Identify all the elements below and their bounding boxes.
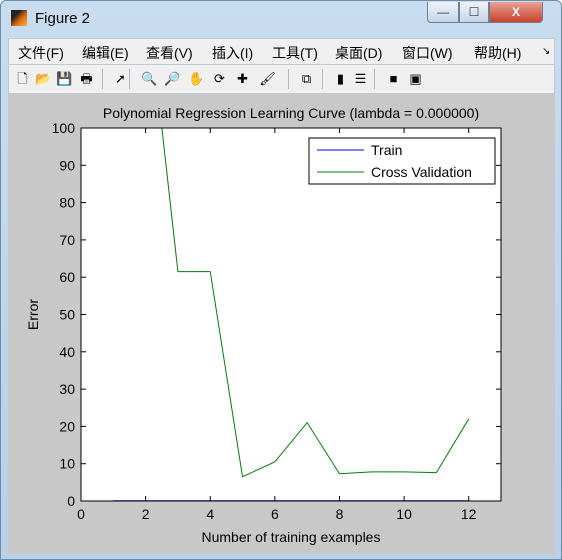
rotate-3d-icon[interactable]: ⟳ xyxy=(211,70,228,87)
toolbar: 🗋 📂 💾 🖶 ➚ 🔍 🔎 ✋ ⟳ ✚ 🖌 ⧉ ▮ ☰ ■ ▣ xyxy=(8,65,555,94)
y-tick-label: 20 xyxy=(59,418,75,434)
menu-view[interactable]: 查看(V) xyxy=(146,43,193,63)
y-tick-label: 50 xyxy=(59,307,75,323)
menu-bar: 文件(F) 编辑(E) 查看(V) 插入(I) 工具(T) 桌面(D) 窗口(W… xyxy=(8,38,555,65)
save-icon[interactable]: 💾 xyxy=(56,70,73,87)
maximize-button[interactable]: ☐ xyxy=(459,2,489,23)
y-tick-label: 80 xyxy=(59,195,75,211)
matlab-logo-icon xyxy=(11,10,27,26)
x-tick-label: 4 xyxy=(206,506,214,522)
y-tick-label: 40 xyxy=(59,344,75,360)
toolbar-separator xyxy=(322,69,323,89)
colorbar-icon[interactable]: ▮ xyxy=(332,70,349,87)
chart-title: Polynomial Regression Learning Curve (la… xyxy=(103,105,479,121)
y-tick-label: 30 xyxy=(59,381,75,397)
toolbar-separator xyxy=(102,69,103,89)
link-plot-icon[interactable]: ⧉ xyxy=(298,70,315,87)
y-tick-label: 60 xyxy=(59,269,75,285)
data-cursor-icon[interactable]: ✚ xyxy=(234,70,251,87)
x-axis-label: Number of training examples xyxy=(202,529,381,545)
zoom-out-icon[interactable]: 🔎 xyxy=(164,70,181,87)
menu-insert[interactable]: 插入(I) xyxy=(212,43,253,63)
figure-window: Figure 2 — ☐ X 文件(F) 编辑(E) 查看(V) 插入(I) 工… xyxy=(0,0,562,560)
menu-tools[interactable]: 工具(T) xyxy=(272,43,318,63)
legend-icon[interactable]: ☰ xyxy=(352,70,369,87)
menu-help[interactable]: 帮助(H) xyxy=(474,43,521,63)
x-tick-label: 0 xyxy=(77,506,85,522)
y-tick-label: 100 xyxy=(52,120,76,136)
edit-plot-arrow-icon[interactable]: ➚ xyxy=(112,70,129,87)
y-tick-label: 70 xyxy=(59,232,75,248)
print-icon[interactable]: 🖶 xyxy=(78,70,95,87)
y-tick-label: 0 xyxy=(67,493,75,509)
plot-svg: 0 2 4 6 8 10 12 0 10 20 30 40 50 60 70 80 90 100 Polynomia… xyxy=(25,105,502,545)
close-button[interactable]: X xyxy=(489,2,543,23)
figure-canvas: 0 2 4 6 8 10 12 0 10 20 30 40 50 60 70 80 90 100 Polynomia… xyxy=(8,94,555,554)
y-tick-label: 90 xyxy=(59,157,75,173)
legend-label: Cross Validation xyxy=(371,164,472,180)
x-tick-label: 10 xyxy=(396,506,412,522)
y-tick-label: 10 xyxy=(59,456,75,472)
pan-hand-icon[interactable]: ✋ xyxy=(188,70,205,87)
new-figure-icon[interactable]: 🗋 xyxy=(14,70,31,87)
x-tick-label: 2 xyxy=(142,506,150,522)
menu-window[interactable]: 窗口(W) xyxy=(402,43,453,63)
hide-plot-tools-icon[interactable]: ■ xyxy=(385,70,402,87)
show-plot-tools-icon[interactable]: ▣ xyxy=(407,70,424,87)
minimize-button[interactable]: — xyxy=(427,2,459,23)
menu-desktop[interactable]: 桌面(D) xyxy=(335,43,382,63)
window-title: Figure 2 xyxy=(35,10,91,27)
y-axis-label: Error xyxy=(25,299,41,330)
zoom-in-icon[interactable]: 🔍 xyxy=(141,70,158,87)
title-bar[interactable]: Figure 2 — ☐ X xyxy=(1,1,561,35)
menu-overflow-icon[interactable]: ↘ xyxy=(542,46,550,57)
legend-label: Train xyxy=(371,142,402,158)
open-file-icon[interactable]: 📂 xyxy=(35,70,52,87)
x-tick-label: 8 xyxy=(336,506,344,522)
x-tick-label: 12 xyxy=(461,506,477,522)
toolbar-separator xyxy=(129,69,130,89)
menu-file[interactable]: 文件(F) xyxy=(18,43,64,63)
toolbar-separator xyxy=(374,69,375,89)
brush-icon[interactable]: 🖌 xyxy=(259,70,276,87)
x-tick-label: 6 xyxy=(271,506,279,522)
toolbar-separator xyxy=(288,69,289,89)
menu-edit[interactable]: 编辑(E) xyxy=(82,43,129,63)
